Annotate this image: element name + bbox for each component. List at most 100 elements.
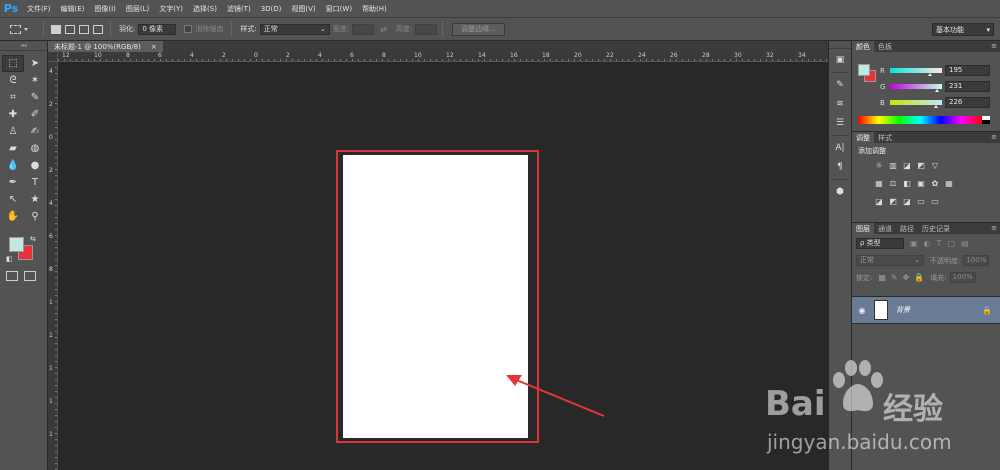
tab-color[interactable]: 颜色 xyxy=(852,41,874,52)
dodge-tool-icon[interactable]: ● xyxy=(24,157,46,174)
brush-presets-icon[interactable]: ✎ xyxy=(831,77,849,93)
healing-brush-tool-icon[interactable]: ✚ xyxy=(2,106,24,123)
menu-view[interactable]: 视图(V) xyxy=(286,4,320,14)
blue-slider[interactable] xyxy=(890,100,942,108)
default-colors-icon[interactable]: ◧ xyxy=(6,255,13,263)
eyedropper-tool-icon[interactable]: ✎ xyxy=(24,89,46,106)
brush-tool-icon[interactable]: ✐ xyxy=(24,106,46,123)
swap-dimensions-icon[interactable]: ⇄ xyxy=(380,25,387,34)
panel-menu-icon[interactable]: ≡ xyxy=(991,42,997,50)
lock-move-icon[interactable]: ✥ xyxy=(903,273,910,282)
feather-input[interactable]: 0 像素 xyxy=(138,23,177,35)
tool-preset-picker[interactable] xyxy=(4,20,38,38)
lock-paint-icon[interactable]: ✎ xyxy=(891,273,898,282)
menu-type[interactable]: 文字(Y) xyxy=(154,4,188,14)
toolbox-grip[interactable]: ◂◂ xyxy=(0,41,47,51)
tab-paths[interactable]: 路径 xyxy=(896,223,918,234)
layer-kind-filter[interactable]: ρ 类型 xyxy=(856,238,904,249)
blue-value-input[interactable]: 226 xyxy=(945,97,990,108)
fill-input[interactable]: 100% xyxy=(949,272,976,283)
pixel-filter-icon[interactable]: ▣ xyxy=(910,239,918,248)
menu-3d[interactable]: 3D(D) xyxy=(256,5,287,13)
levels-icon[interactable]: ▥ xyxy=(888,161,898,170)
tab-styles[interactable]: 样式 xyxy=(874,132,896,143)
subtract-selection-icon[interactable] xyxy=(79,24,89,34)
hand-tool-icon[interactable]: ✋ xyxy=(2,208,24,225)
black-white-swatch[interactable] xyxy=(982,116,990,124)
channel-mixer-icon[interactable]: ✿ xyxy=(930,179,940,188)
menu-file[interactable]: 文件(F) xyxy=(22,4,56,14)
slider-thumb[interactable] xyxy=(928,73,932,76)
layer-row-background[interactable]: ◉ 背景 🔒 xyxy=(852,296,1000,324)
posterize-icon[interactable]: ◩ xyxy=(888,197,898,206)
ruler-origin[interactable] xyxy=(48,52,58,62)
shape-tool-icon[interactable]: ★ xyxy=(24,191,46,208)
lasso-tool-icon[interactable]: ᘓ xyxy=(2,72,24,89)
brightness-icon[interactable]: ☼ xyxy=(874,161,884,170)
move-tool-icon[interactable]: ➤ xyxy=(24,55,46,72)
lock-all-icon[interactable]: 🔒 xyxy=(914,273,924,282)
type-filter-icon[interactable]: T xyxy=(937,239,942,248)
menu-filter[interactable]: 滤镜(T) xyxy=(222,4,256,14)
opacity-input[interactable]: 100% xyxy=(963,255,990,266)
vibrance-icon[interactable]: ▦ xyxy=(874,179,884,188)
close-icon[interactable]: × xyxy=(151,43,157,51)
swap-colors-icon[interactable]: ⇆ xyxy=(30,235,36,243)
blur-tool-icon[interactable]: 💧 xyxy=(2,157,24,174)
foreground-color-swatch[interactable] xyxy=(858,64,870,76)
style-select[interactable]: 正常 ⌄ xyxy=(259,23,330,35)
eraser-tool-icon[interactable]: ▰ xyxy=(2,140,24,157)
color-spectrum-bar[interactable] xyxy=(858,116,982,124)
visibility-eye-icon[interactable]: ◉ xyxy=(855,306,869,315)
path-select-tool-icon[interactable]: ↖ xyxy=(2,191,24,208)
tab-channels[interactable]: 通道 xyxy=(874,223,896,234)
horizontal-ruler[interactable]: 12 10 8 6 4 2 0 2 4 6 8 10 12 14 16 18 20 22 24 26 28 30 32 34 xyxy=(58,52,828,62)
panel-menu-icon[interactable]: ≡ xyxy=(991,224,997,232)
quick-mask-icon[interactable] xyxy=(6,271,18,281)
curves-icon[interactable]: ◪ xyxy=(902,161,912,170)
paint-bucket-tool-icon[interactable]: ◍ xyxy=(24,140,46,157)
menu-select[interactable]: 选择(S) xyxy=(188,4,222,14)
smart-filter-icon[interactable]: ▤ xyxy=(961,239,969,248)
foreground-color-swatch[interactable] xyxy=(9,237,24,252)
adjust-filter-icon[interactable]: ◐ xyxy=(924,239,931,248)
slider-thumb[interactable] xyxy=(934,105,938,108)
green-slider[interactable] xyxy=(890,84,942,92)
paragraph-panel-icon[interactable]: ¶ xyxy=(831,159,849,175)
intersect-selection-icon[interactable] xyxy=(93,24,103,34)
clone-stamp-tool-icon[interactable]: ♙ xyxy=(2,123,24,140)
zoom-tool-icon[interactable]: ⚲ xyxy=(24,208,46,225)
menu-layer[interactable]: 图层(L) xyxy=(121,4,154,14)
gradient-map-icon[interactable]: ▭ xyxy=(916,197,926,206)
shape-filter-icon[interactable]: ▢ xyxy=(947,239,955,248)
crop-tool-icon[interactable]: ⌗ xyxy=(2,89,24,106)
character-panel-icon[interactable]: A| xyxy=(831,140,849,156)
layer-name[interactable]: 背景 xyxy=(896,305,982,315)
brush-panel-icon[interactable]: ≋ xyxy=(831,96,849,112)
screen-mode-icon[interactable] xyxy=(24,271,36,281)
new-selection-icon[interactable] xyxy=(51,24,61,34)
history-panel-icon[interactable]: ▣ xyxy=(831,52,849,68)
magic-wand-tool-icon[interactable]: ✶ xyxy=(24,72,46,89)
exposure-icon[interactable]: ◩ xyxy=(916,161,926,170)
add-selection-icon[interactable] xyxy=(65,24,75,34)
document-tab[interactable]: 未标题-1 @ 100%(RGB/8) × xyxy=(48,41,163,52)
tab-adjustments[interactable]: 调整 xyxy=(852,132,874,143)
green-value-input[interactable]: 231 xyxy=(945,81,990,92)
pen-tool-icon[interactable]: ✒ xyxy=(2,174,24,191)
dock-grip[interactable] xyxy=(829,41,851,49)
black-white-icon[interactable]: ◧ xyxy=(902,179,912,188)
blend-mode-select[interactable]: 正常 ⌄ xyxy=(856,255,924,266)
properties-panel-icon[interactable]: ☰ xyxy=(831,115,849,131)
color-lookup-icon[interactable]: ▦ xyxy=(944,179,954,188)
photo-filter-icon[interactable]: ▣ xyxy=(916,179,926,188)
3d-panel-icon[interactable]: ⬢ xyxy=(831,184,849,200)
history-brush-tool-icon[interactable]: ✍ xyxy=(24,123,46,140)
gradient-triangle-icon[interactable]: ▽ xyxy=(930,161,940,170)
refine-edge-button[interactable]: 调整边缘... xyxy=(452,22,505,36)
tab-layers[interactable]: 图层 xyxy=(852,223,874,234)
selective-color-icon[interactable]: ▭ xyxy=(930,197,940,206)
lock-transparent-icon[interactable]: ▦ xyxy=(878,273,886,282)
menu-window[interactable]: 窗口(W) xyxy=(321,4,357,14)
tab-swatches[interactable]: 色板 xyxy=(874,41,896,52)
